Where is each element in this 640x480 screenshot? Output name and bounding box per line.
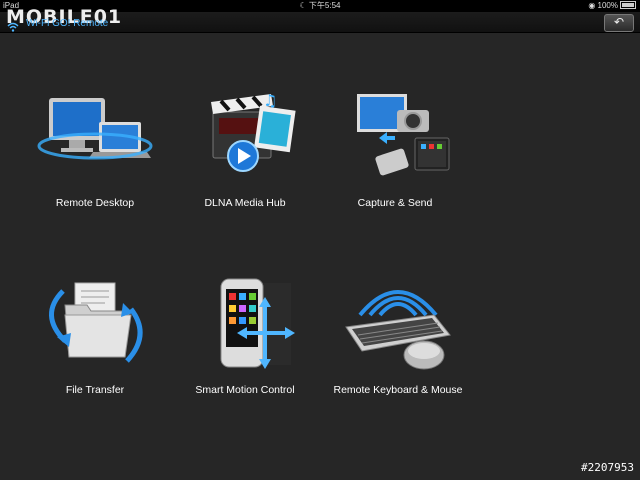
phone-motion-icon [185,275,305,380]
folder-transfer-icon [35,275,155,380]
tile-dlna-media-hub[interactable]: ♫ DLNA Media Hub [165,88,325,209]
tile-remote-desktop[interactable]: Remote Desktop [15,88,175,209]
tile-label: Smart Motion Control [195,384,295,396]
battery-percent: 100% [597,1,618,10]
svg-text:♫: ♫ [263,91,277,110]
undo-arrow-icon: ↶ [613,15,625,29]
tile-file-transfer[interactable]: File Transfer [15,275,175,396]
back-button[interactable]: ↶ [604,14,634,32]
tile-label: Capture & Send [357,197,433,209]
tile-label: Remote Keyboard & Mouse [333,384,463,396]
watermark-id: #2207953 [581,461,634,474]
tile-capture-send[interactable]: Capture & Send [315,88,475,209]
tile-label: DLNA Media Hub [204,197,286,209]
app-header: MOBILE01 Wi-Fi GO! Remote ↶ [0,6,640,33]
camera-phone-icon [335,88,455,193]
keyboard-mouse-icon [338,275,458,380]
wifi-icon [7,22,19,32]
monitor-laptop-icon [35,88,155,193]
tile-label: Remote Desktop [55,197,135,209]
clock-time: 下午5:54 [308,1,341,10]
battery-icon [620,1,636,9]
battery-status: ◉ 100% [588,0,636,12]
tile-remote-keyboard-mouse[interactable]: Remote Keyboard & Mouse [318,275,478,396]
app-subtitle: Wi-Fi GO! Remote [26,18,109,29]
clapperboard-media-icon: ♫ [185,88,305,193]
tile-label: File Transfer [65,384,125,396]
tile-smart-motion-control[interactable]: Smart Motion Control [165,275,325,396]
